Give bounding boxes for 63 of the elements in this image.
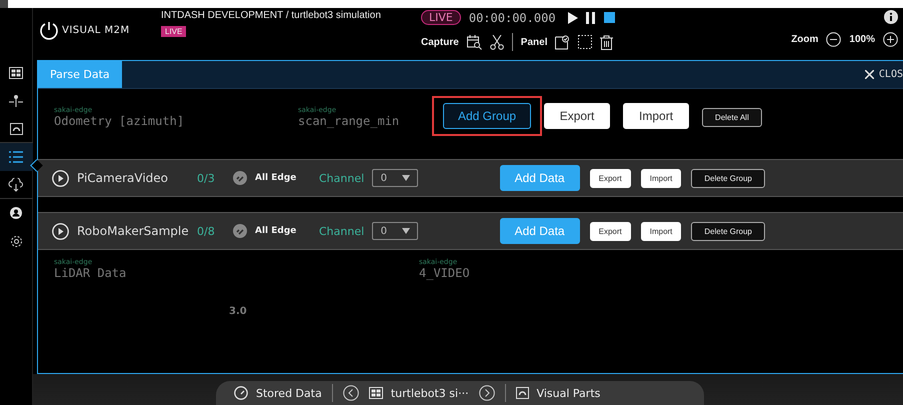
panel-check-icon[interactable] [555, 34, 570, 50]
capture-label: Capture [421, 36, 459, 48]
channel-select[interactable]: 0 [372, 222, 418, 240]
group-action-button[interactable]: Import [640, 168, 682, 188]
zoom-value: 100% [849, 34, 875, 45]
close-button[interactable]: CLOS [864, 61, 903, 88]
channel-label: Channel [319, 224, 364, 238]
link-icon [233, 171, 247, 185]
stored-data-button[interactable]: Stored Data [234, 386, 322, 400]
zoom-out-icon[interactable] [826, 32, 842, 47]
channel-label: Channel [319, 172, 364, 184]
background-card-title: LiDAR Data [54, 266, 126, 280]
channel-select[interactable]: 0 [372, 169, 418, 187]
window-corner-icon [0, 0, 8, 8]
background-gauge-value: 3.0 [229, 306, 247, 317]
group-action-button[interactable]: Export [590, 168, 631, 188]
link-icon [233, 224, 247, 238]
next-icon[interactable] [478, 385, 495, 401]
logo: VISUAL M2M [39, 20, 161, 40]
info-icon[interactable] [884, 10, 898, 24]
close-icon [864, 70, 874, 79]
group-action-button[interactable]: Import [640, 222, 682, 240]
group-name: RoboMakerSample [77, 224, 189, 238]
background-card-title: scan_range_min [298, 114, 400, 128]
action-button[interactable]: Import [623, 103, 690, 129]
play-icon[interactable] [52, 170, 69, 186]
stop-icon[interactable] [604, 12, 615, 23]
selection-icon[interactable] [578, 35, 592, 49]
group-count: 0/8 [197, 224, 216, 238]
action-button[interactable]: Add Group [443, 103, 532, 129]
list-icon[interactable] [0, 143, 32, 171]
visual-parts-button[interactable]: Visual Parts [516, 386, 600, 400]
grid-icon [368, 387, 383, 399]
edge-label: All Edge [255, 226, 298, 236]
panel-label: Panel [520, 36, 548, 48]
background-card-title: 4_VIDEO [419, 266, 470, 280]
trash-icon[interactable] [600, 34, 614, 50]
gauge-icon [234, 386, 248, 400]
action-button[interactable]: Export [544, 103, 610, 129]
project-title: INTDASH DEVELOPMENT / turtlebot3 simulation [161, 10, 381, 21]
playback-time: 00:00:00.000 [468, 10, 556, 24]
zoom-label: Zoom [791, 34, 818, 45]
group-action-button[interactable]: Delete Group [691, 168, 765, 188]
previous-icon[interactable] [342, 385, 359, 401]
edge-label: All Edge [255, 173, 298, 183]
background-card-title: Odometry [azimuth] [54, 114, 184, 128]
play-icon[interactable] [52, 222, 69, 240]
caret-icon [402, 175, 410, 181]
caret-icon [402, 228, 410, 234]
pause-icon[interactable] [586, 12, 596, 24]
group-count: 0/3 [197, 172, 216, 184]
arc-icon [516, 387, 529, 399]
live-button[interactable]: LIVE [421, 10, 461, 25]
project-selector[interactable]: turtlebot3 si··· [368, 386, 469, 400]
action-button[interactable]: Delete All [702, 108, 762, 127]
group-name: PiCameraVideo [77, 171, 170, 185]
calendar-search-icon[interactable] [466, 34, 482, 50]
group-action-button[interactable]: Delete Group [691, 222, 765, 240]
play-icon[interactable] [568, 12, 578, 24]
group-action-button[interactable]: Export [590, 222, 631, 240]
live-badge: LIVE [161, 26, 186, 37]
zoom-in-icon[interactable] [883, 32, 898, 47]
scissors-icon[interactable] [490, 34, 504, 50]
